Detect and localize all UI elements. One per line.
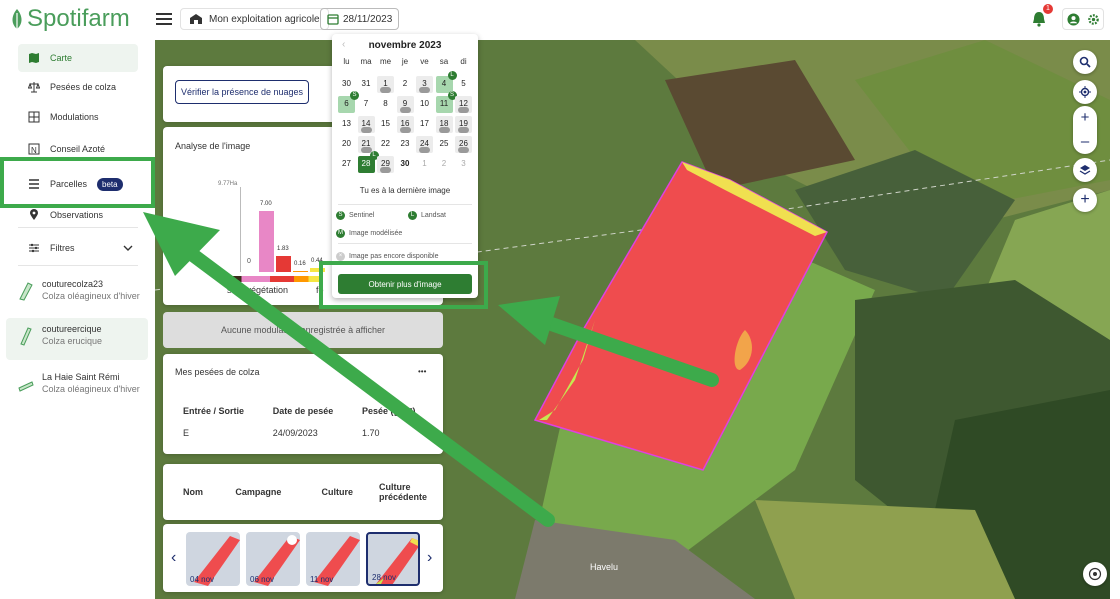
annotation-arrows bbox=[143, 212, 719, 527]
